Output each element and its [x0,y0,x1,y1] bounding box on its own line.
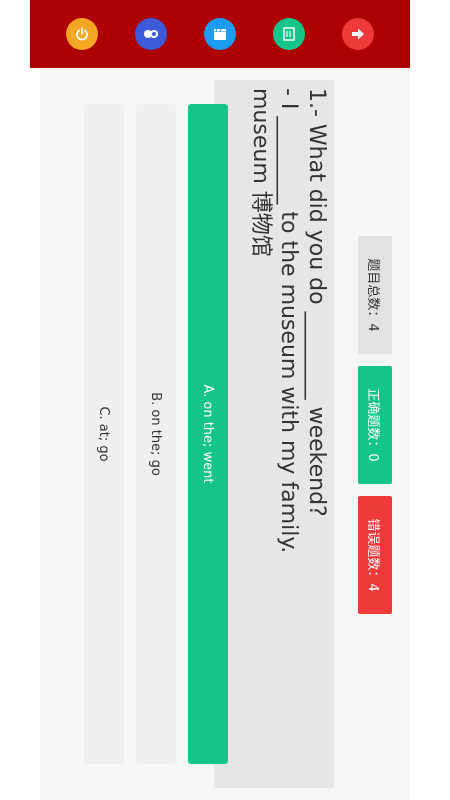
arrow-right-icon [350,26,366,42]
users-button[interactable] [135,18,168,50]
score-counters: 题目总数：4 正确题数：0 错误题数：4 [340,236,410,736]
wrong-count-badge: 错误题数：4 [358,496,392,614]
rotated-panel: 题目总数：4 正确题数：0 错误题数：4 1.- What did you do… [40,68,410,800]
total-count-badge: 题目总数：4 [358,236,392,354]
question-line-1: 1.- What did you do ________ weekend? [304,88,329,517]
question-text: 1.- What did you do ________ weekend? - … [214,80,334,788]
correct-count-badge: 正确题数：0 [358,366,392,484]
video-button[interactable] [203,18,236,50]
question-hint: museum 博物馆 [248,88,273,257]
notebook-button[interactable] [272,18,305,50]
quiz-page: 题目总数：4 正确题数：0 错误题数：4 1.- What did you do… [0,0,450,800]
power-icon [74,26,90,42]
top-toolbar [30,0,410,68]
option-c[interactable]: C. at; go [84,104,124,764]
clapperboard-icon [212,26,228,42]
option-a[interactable]: A. on the; went [188,104,228,764]
option-b[interactable]: B. on the; go [136,104,176,764]
users-icon [142,26,160,42]
notebook-icon [281,26,297,42]
question-line-2: - I ________ to the museum with my famil… [276,88,301,554]
power-button[interactable] [66,18,99,50]
quiz-content: 题目总数：4 正确题数：0 错误题数：4 1.- What did you do… [40,68,410,800]
next-button[interactable] [341,18,374,50]
